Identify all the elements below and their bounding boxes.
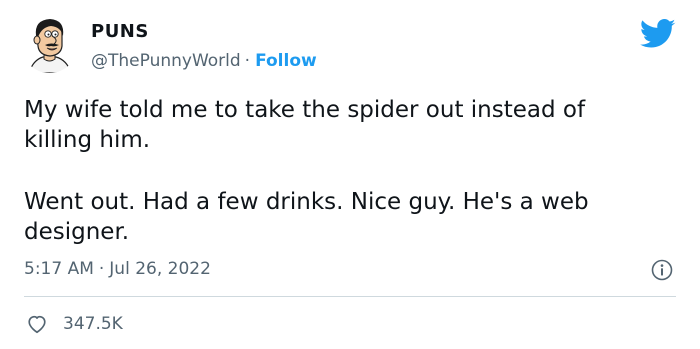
avatar[interactable]	[21, 16, 78, 73]
heart-icon[interactable]	[26, 313, 48, 335]
divider	[24, 296, 676, 297]
tweet-text-line: designer.	[24, 219, 130, 245]
tweet-date: Jul 26, 2022	[109, 259, 211, 279]
follow-button[interactable]: Follow	[255, 51, 317, 71]
tweet-text-line: killing him.	[24, 127, 151, 153]
tweet-text-line: Went out. Had a few drinks. Nice guy. He…	[24, 189, 589, 215]
tweet-card: PUNS @ThePunnyWorld · Follow My wife told …	[0, 0, 700, 349]
like-count[interactable]: 347.5K	[63, 312, 123, 336]
tweet-time: 5:17 AM	[24, 259, 94, 279]
info-icon[interactable]	[650, 258, 674, 282]
meta-separator: ·	[98, 259, 105, 279]
avatar-cartoon-icon	[21, 16, 78, 73]
author-handle[interactable]: @ThePunnyWorld	[91, 51, 241, 71]
author-display-name[interactable]: PUNS	[91, 20, 149, 44]
author-handle-row: @ThePunnyWorld · Follow	[91, 49, 317, 73]
tweet-text-line: My wife told me to take the spider out i…	[24, 97, 586, 123]
twitter-bird-icon[interactable]	[640, 19, 676, 49]
tweet-timestamp[interactable]: 5:17 AM · Jul 26, 2022	[24, 257, 211, 281]
handle-separator: ·	[244, 51, 251, 71]
